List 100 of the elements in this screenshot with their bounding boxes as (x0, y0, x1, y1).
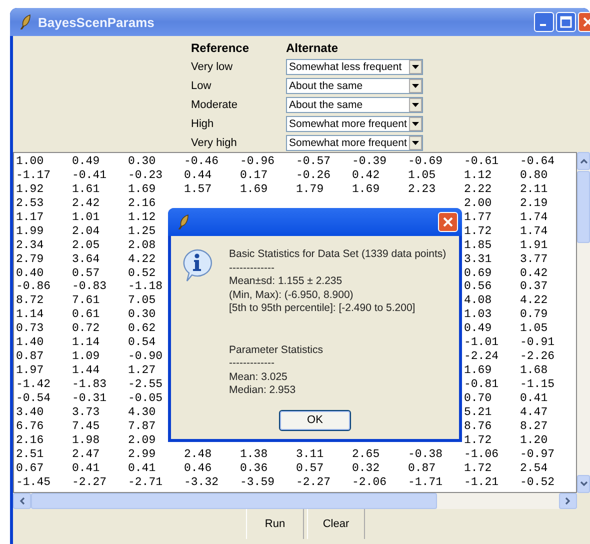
data-value: 1.12 (128, 210, 156, 224)
data-value: 1.69 (128, 182, 156, 196)
data-value: 2.42 (72, 196, 100, 210)
data-value: 1.72 (464, 462, 492, 475)
data-value: 3.11 (296, 448, 324, 461)
data-value: 2.05 (72, 238, 100, 252)
data-value: 1.69 (240, 182, 268, 196)
maximize-icon[interactable] (560, 16, 572, 28)
data-value: 3.40 (16, 406, 44, 419)
data-value: -1.15 (520, 378, 555, 391)
ok-button[interactable]: OK (279, 410, 351, 430)
data-value: -3.32 (184, 476, 219, 489)
data-value: 1.91 (520, 238, 548, 252)
feather-icon (20, 14, 32, 30)
data-value: 1.74 (520, 210, 548, 224)
data-value: 1.72 (464, 434, 492, 447)
action-button[interactable]: Run (246, 509, 304, 540)
data-value: 4.47 (520, 406, 548, 419)
scroll-thumb[interactable] (577, 171, 590, 243)
action-button[interactable]: Clear (307, 509, 365, 540)
data-value: 1.09 (72, 350, 100, 364)
data-value: -0.26 (296, 168, 331, 182)
info-icon (181, 248, 213, 282)
data-value: 0.49 (464, 322, 492, 336)
data-value: 1.17 (16, 210, 44, 224)
data-value: 7.87 (128, 420, 156, 433)
data-value: 2.54 (520, 462, 548, 475)
data-value: 1.01 (72, 210, 100, 224)
horizontal-scrollbar[interactable] (13, 492, 577, 510)
data-value: 0.52 (128, 266, 156, 280)
data-value: 1.69 (352, 182, 380, 196)
scroll-thumb[interactable] (31, 492, 437, 510)
data-value: 7.05 (128, 294, 156, 308)
data-value: 6.76 (16, 420, 44, 433)
data-value: 3.77 (520, 252, 548, 266)
data-value: 0.69 (464, 266, 492, 280)
data-value: -0.57 (296, 155, 331, 168)
dropdown[interactable]: Somewhat less frequent (286, 59, 423, 75)
level-label: High (191, 118, 215, 130)
vertical-scrollbar[interactable] (577, 152, 590, 492)
message-line: Mean±sd: 1.155 ± 2.235 (229, 275, 344, 288)
column-heading: Reference (191, 41, 250, 55)
data-value: 2.79 (16, 252, 44, 266)
data-value: -1.01 (464, 336, 499, 350)
data-value: 1.25 (128, 224, 156, 238)
data-value: 1.03 (464, 308, 492, 322)
data-value: 2.08 (128, 238, 156, 252)
minimize-button[interactable] (534, 12, 554, 32)
data-value: 3.73 (72, 406, 100, 419)
close-icon[interactable] (442, 216, 454, 228)
data-value: 1.14 (16, 308, 44, 322)
data-value: 0.40 (16, 266, 44, 280)
data-value: 0.54 (128, 336, 156, 350)
data-value: 1.61 (72, 182, 100, 196)
data-value: 0.44 (184, 168, 212, 182)
data-value: 1.98 (72, 434, 100, 447)
data-value: 7.61 (72, 294, 100, 308)
data-value: 0.87 (16, 350, 44, 364)
message-line: Median: 2.953 (229, 384, 297, 398)
data-value: -2.71 (128, 476, 163, 489)
data-value: -0.97 (520, 448, 555, 461)
data-value: 2.11 (520, 182, 548, 196)
data-value: 1.68 (520, 364, 548, 378)
data-value: -0.39 (352, 155, 387, 168)
data-value: 7.45 (72, 420, 100, 433)
data-value: 2.16 (128, 196, 156, 210)
data-value: 1.74 (520, 224, 548, 238)
data-value: 1.79 (296, 182, 324, 196)
data-value: -0.05 (128, 392, 163, 405)
data-value: -0.38 (408, 448, 443, 461)
data-value: -2.24 (464, 350, 499, 364)
dropdown[interactable]: About the same (286, 78, 423, 94)
data-value: 1.05 (520, 322, 548, 336)
data-value: 1.38 (240, 448, 268, 461)
data-value: -0.52 (520, 476, 555, 489)
data-value: 0.30 (128, 155, 156, 168)
data-value: 0.67 (16, 462, 44, 475)
close-button[interactable] (438, 212, 458, 232)
data-value: 2.48 (184, 448, 212, 461)
data-value: 5.21 (464, 406, 492, 419)
data-value: 2.99 (128, 448, 156, 461)
dropdown[interactable]: About the same (286, 97, 423, 113)
data-value: 0.79 (520, 308, 548, 322)
data-value: -1.18 (128, 280, 163, 294)
data-value: -1.45 (16, 476, 51, 489)
data-value: -2.55 (128, 378, 163, 391)
data-value: 1.92 (16, 182, 44, 196)
dropdown[interactable]: Somewhat more frequent (286, 116, 423, 132)
data-value: -0.41 (72, 168, 107, 182)
maximize-button[interactable] (556, 12, 576, 32)
data-value: -0.64 (520, 155, 555, 168)
dropdown[interactable]: Somewhat more frequent (286, 135, 423, 151)
data-value: 2.23 (408, 182, 436, 196)
level-label: Moderate (191, 99, 238, 111)
data-value: 2.16 (16, 434, 44, 447)
data-value: 0.36 (240, 462, 268, 475)
data-value: 0.72 (72, 322, 100, 336)
data-value: 3.31 (464, 252, 492, 266)
data-value: -1.17 (16, 168, 51, 182)
data-value: -2.06 (352, 476, 387, 489)
